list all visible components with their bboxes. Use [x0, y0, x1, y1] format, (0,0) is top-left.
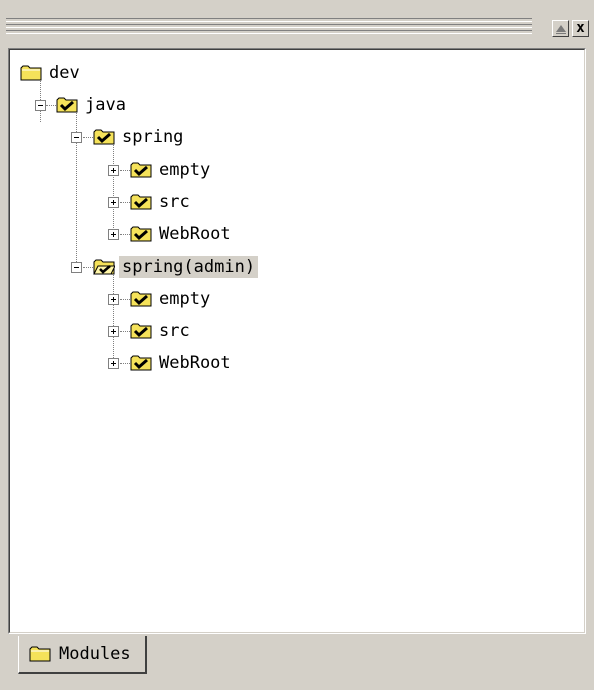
tree-node-empty[interactable]: empty: [130, 159, 213, 181]
tree-connector: [113, 140, 114, 232]
expand-toggle-webroot[interactable]: [108, 358, 119, 369]
tree-node-label: dev: [49, 63, 80, 83]
tree-node-empty[interactable]: empty: [130, 288, 213, 310]
folder-check-icon: [56, 97, 78, 113]
tree-node-webroot[interactable]: WebRoot: [130, 223, 234, 245]
collapse-toggle-spring-admin[interactable]: [71, 262, 82, 273]
close-button[interactable]: x: [572, 20, 589, 37]
folder-check-icon: [130, 226, 152, 242]
folder-icon: [20, 65, 42, 81]
tree-node-label: src: [159, 321, 190, 341]
tree-node-label: WebRoot: [159, 353, 231, 373]
tree-node-spring[interactable]: spring: [93, 126, 186, 148]
folder-check-icon: [93, 129, 115, 145]
collapse-toggle-spring[interactable]: [71, 132, 82, 143]
collapse-toggle-java[interactable]: [35, 100, 46, 111]
folder-icon: [29, 646, 51, 662]
tree-node-label: java: [85, 95, 126, 115]
tab-modules[interactable]: Modules: [18, 636, 147, 674]
tree-node-src[interactable]: src: [130, 320, 193, 342]
tree-node-src[interactable]: src: [130, 191, 193, 213]
tree-node-dev[interactable]: dev: [20, 62, 83, 84]
expand-toggle-empty[interactable]: [108, 294, 119, 305]
tree-node-label: empty: [159, 289, 211, 309]
tree-node-label: WebRoot: [159, 224, 231, 244]
folder-check-icon: [130, 323, 152, 339]
minimize-button[interactable]: [552, 20, 569, 37]
module-tree-panel: dev java spring empty src WebRoot spring…: [8, 48, 586, 634]
tree-node-spring-admin[interactable]: spring(admin): [93, 256, 259, 278]
folder-open-check-icon: [93, 259, 115, 275]
expand-toggle-src[interactable]: [108, 197, 119, 208]
grip-line: [6, 24, 532, 28]
folder-check-icon: [130, 355, 152, 371]
grip-line: [6, 30, 532, 34]
close-icon: x: [576, 20, 585, 36]
folder-check-icon: [130, 162, 152, 178]
tree-node-label: src: [159, 192, 190, 212]
tree-connector: [113, 270, 114, 362]
folder-check-icon: [130, 291, 152, 307]
folder-check-icon: [130, 194, 152, 210]
tab-label: Modules: [59, 644, 131, 664]
tree-node-label: spring(admin): [119, 256, 259, 278]
tree-node-java[interactable]: java: [56, 94, 129, 116]
grip-line: [6, 18, 532, 22]
expand-toggle-src[interactable]: [108, 326, 119, 337]
tree-node-label: empty: [159, 160, 211, 180]
tree-node-label: spring: [122, 127, 184, 147]
tree-node-webroot[interactable]: WebRoot: [130, 352, 234, 374]
tab-strip: Modules: [0, 634, 594, 690]
expand-toggle-empty[interactable]: [108, 165, 119, 176]
expand-toggle-webroot[interactable]: [108, 229, 119, 240]
